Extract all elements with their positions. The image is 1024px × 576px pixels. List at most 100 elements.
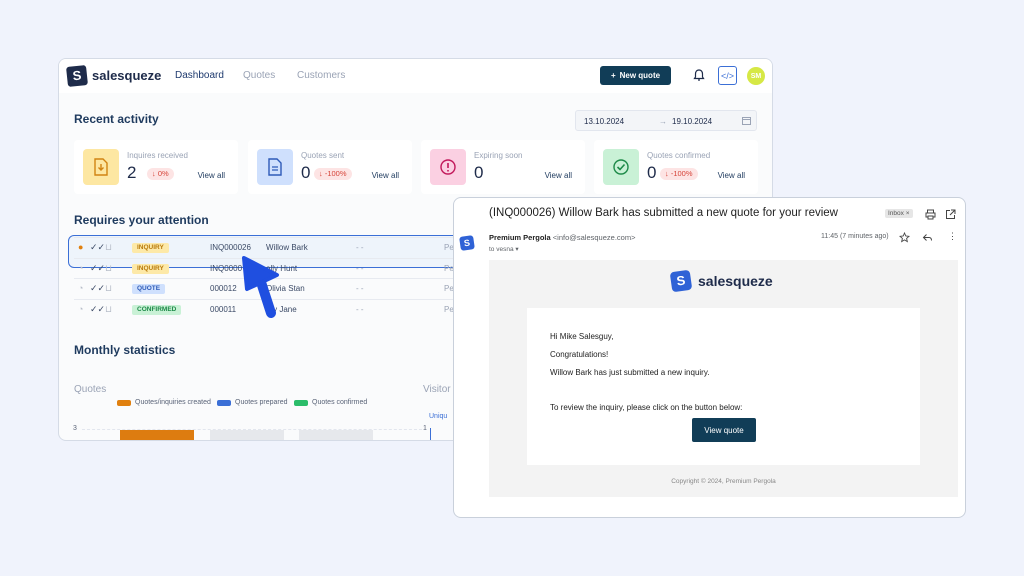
email-message-card: Hi Mike Salesguy, Congratulations! Willo… bbox=[527, 308, 920, 465]
row-placeholder: - - bbox=[356, 305, 364, 314]
email-subject: (INQ000026) Willow Bark has submitted a … bbox=[489, 207, 838, 219]
card-quotes-confirmed: Quotes confirmed 0 ↓ -100% View all bbox=[594, 140, 758, 194]
cart-icon: ⊔ bbox=[105, 263, 113, 273]
clock-icon: ◔ bbox=[78, 283, 84, 293]
unique-label: Uniqu bbox=[429, 413, 448, 420]
nav-customers[interactable]: Customers bbox=[297, 70, 345, 81]
more-options-icon[interactable]: ⋮ bbox=[948, 231, 957, 241]
cart-icon: ⊔ bbox=[105, 304, 113, 314]
sender-line: Premium Pergola <info@salesqueze.com> bbox=[489, 233, 635, 242]
date-range-picker[interactable]: 13.10.2024 → 19.10.2024 bbox=[575, 110, 757, 131]
nav-dashboard[interactable]: Dashboard bbox=[175, 70, 224, 81]
requires-attention-title: Requires your attention bbox=[74, 213, 209, 227]
star-icon[interactable] bbox=[899, 232, 910, 243]
row-customer: elly Hunt bbox=[266, 264, 298, 273]
card-label: Inquires received bbox=[127, 151, 188, 160]
sender-email: <info@salesqueze.com> bbox=[552, 233, 636, 242]
table-row[interactable]: ◔ ✓✓ ⊔ CONFIRMED 000011 ary Jane - - Pe bbox=[74, 299, 494, 319]
message-line-3: To review the inquiry, please click on t… bbox=[550, 403, 743, 412]
email-window: (INQ000026) Willow Bark has submitted a … bbox=[453, 197, 966, 518]
app-logo[interactable]: S bbox=[66, 65, 88, 87]
clock-icon: ◔ bbox=[78, 263, 84, 273]
bell-icon[interactable] bbox=[692, 68, 706, 82]
email-brand: S salesqueze bbox=[669, 269, 773, 293]
row-placeholder: - - bbox=[356, 284, 364, 293]
new-quote-button[interactable]: + New quote bbox=[600, 66, 671, 85]
row-id: INQ000026 bbox=[210, 243, 251, 252]
status-badge: INQUIRY bbox=[132, 264, 169, 274]
check-circle-icon bbox=[603, 149, 639, 185]
delta-badge: ↓ -100% bbox=[660, 168, 698, 180]
view-all-link[interactable]: View all bbox=[372, 171, 399, 180]
table-row[interactable]: ● ✓✓ ⊔ INQUIRY INQ000026 Willow Bark - -… bbox=[74, 237, 494, 257]
table-row[interactable]: ◔ ✓✓ ⊔ INQUIRY INQ0000 elly Hunt - - Pe bbox=[74, 258, 494, 278]
status-badge: CONFIRMED bbox=[132, 305, 182, 315]
visitor-axis bbox=[430, 428, 431, 440]
card-label: Quotes sent bbox=[301, 151, 345, 160]
card-expiring-soon: Expiring soon 0 View all bbox=[421, 140, 585, 194]
calendar-icon bbox=[742, 117, 751, 125]
message-line-1: Congratulations! bbox=[550, 350, 609, 359]
app-name[interactable]: salesqueze bbox=[92, 68, 161, 83]
row-placeholder: - - bbox=[356, 243, 364, 252]
card-label: Expiring soon bbox=[474, 151, 523, 160]
top-bar: S salesqueze Dashboard Quotes Customers … bbox=[59, 59, 772, 93]
plus-icon: + bbox=[610, 71, 616, 80]
card-value: 0 bbox=[474, 163, 484, 182]
recipient[interactable]: to vesna ▾ bbox=[489, 245, 519, 253]
print-icon[interactable] bbox=[925, 209, 936, 220]
view-all-link[interactable]: View all bbox=[198, 171, 225, 180]
row-placeholder: - - bbox=[356, 264, 364, 273]
y-tick: 3 bbox=[73, 425, 77, 432]
double-check-icon: ✓✓ bbox=[90, 263, 106, 273]
date-to: 19.10.2024 bbox=[672, 117, 713, 126]
view-all-link[interactable]: View all bbox=[718, 171, 745, 180]
monthly-statistics-title: Monthly statistics bbox=[74, 343, 176, 357]
email-time: 11:45 (7 minutes ago) bbox=[821, 233, 889, 240]
row-customer: Olivia Stan bbox=[266, 284, 305, 293]
view-quote-button[interactable]: View quote bbox=[692, 418, 756, 442]
email-body: S salesqueze Hi Mike Salesguy, Congratul… bbox=[489, 260, 958, 497]
nav-quotes[interactable]: Quotes bbox=[243, 70, 275, 81]
status-badge: INQUIRY bbox=[132, 243, 169, 253]
card-label: Quotes confirmed bbox=[647, 151, 711, 160]
row-customer: Willow Bark bbox=[266, 243, 308, 252]
avatar[interactable]: SM bbox=[747, 67, 765, 85]
card-inquiries-received: Inquires received 2 ↓ 0% View all bbox=[74, 140, 238, 194]
recent-activity-title: Recent activity bbox=[74, 112, 159, 126]
arrow-right-icon: → bbox=[659, 117, 667, 126]
sender-name: Premium Pergola bbox=[489, 233, 551, 242]
date-from: 13.10.2024 bbox=[584, 117, 625, 126]
clock-icon: ◔ bbox=[78, 304, 84, 314]
row-id: INQ0000 bbox=[210, 264, 243, 273]
card-value: 2 bbox=[127, 163, 137, 182]
row-customer: ary Jane bbox=[266, 305, 297, 314]
document-icon bbox=[257, 149, 293, 185]
quotes-chart-label: Quotes bbox=[74, 384, 107, 395]
card-quotes-sent: Quotes sent 0 ↓ -100% View all bbox=[248, 140, 412, 194]
reply-icon[interactable] bbox=[922, 232, 933, 243]
double-check-icon: ✓✓ bbox=[90, 283, 106, 293]
fire-icon: ● bbox=[78, 242, 84, 252]
alert-circle-icon bbox=[430, 149, 466, 185]
row-id: 000012 bbox=[210, 284, 237, 293]
view-all-link[interactable]: View all bbox=[545, 171, 572, 180]
legend-confirmed: Quotes confirmed bbox=[294, 399, 367, 406]
table-row[interactable]: ◔ ✓✓ ⊔ QUOTE 000012 Olivia Stan - - Pe bbox=[74, 278, 494, 298]
visitors-chart-label: Visitor bbox=[423, 384, 451, 395]
legend-prepared: Quotes prepared bbox=[217, 399, 288, 406]
open-new-window-icon[interactable] bbox=[945, 209, 956, 220]
greeting: Hi Mike Salesguy, bbox=[550, 332, 614, 341]
bar-placeholder bbox=[299, 430, 373, 440]
legend-swatch bbox=[117, 399, 131, 406]
legend-created: Quotes/inquiries created bbox=[117, 399, 211, 406]
sender-avatar: S bbox=[459, 235, 475, 251]
copyright: Copyright © 2024, Premium Pergola bbox=[671, 478, 776, 485]
delta-badge: ↓ -100% bbox=[314, 168, 352, 180]
status-badge: QUOTE bbox=[132, 284, 166, 294]
card-value: 0 bbox=[647, 163, 657, 182]
code-embed-button[interactable]: </> bbox=[718, 66, 737, 85]
double-check-icon: ✓✓ bbox=[90, 242, 106, 252]
inbox-label[interactable]: Inbox × bbox=[885, 209, 913, 218]
delta-badge: ↓ 0% bbox=[147, 168, 174, 180]
